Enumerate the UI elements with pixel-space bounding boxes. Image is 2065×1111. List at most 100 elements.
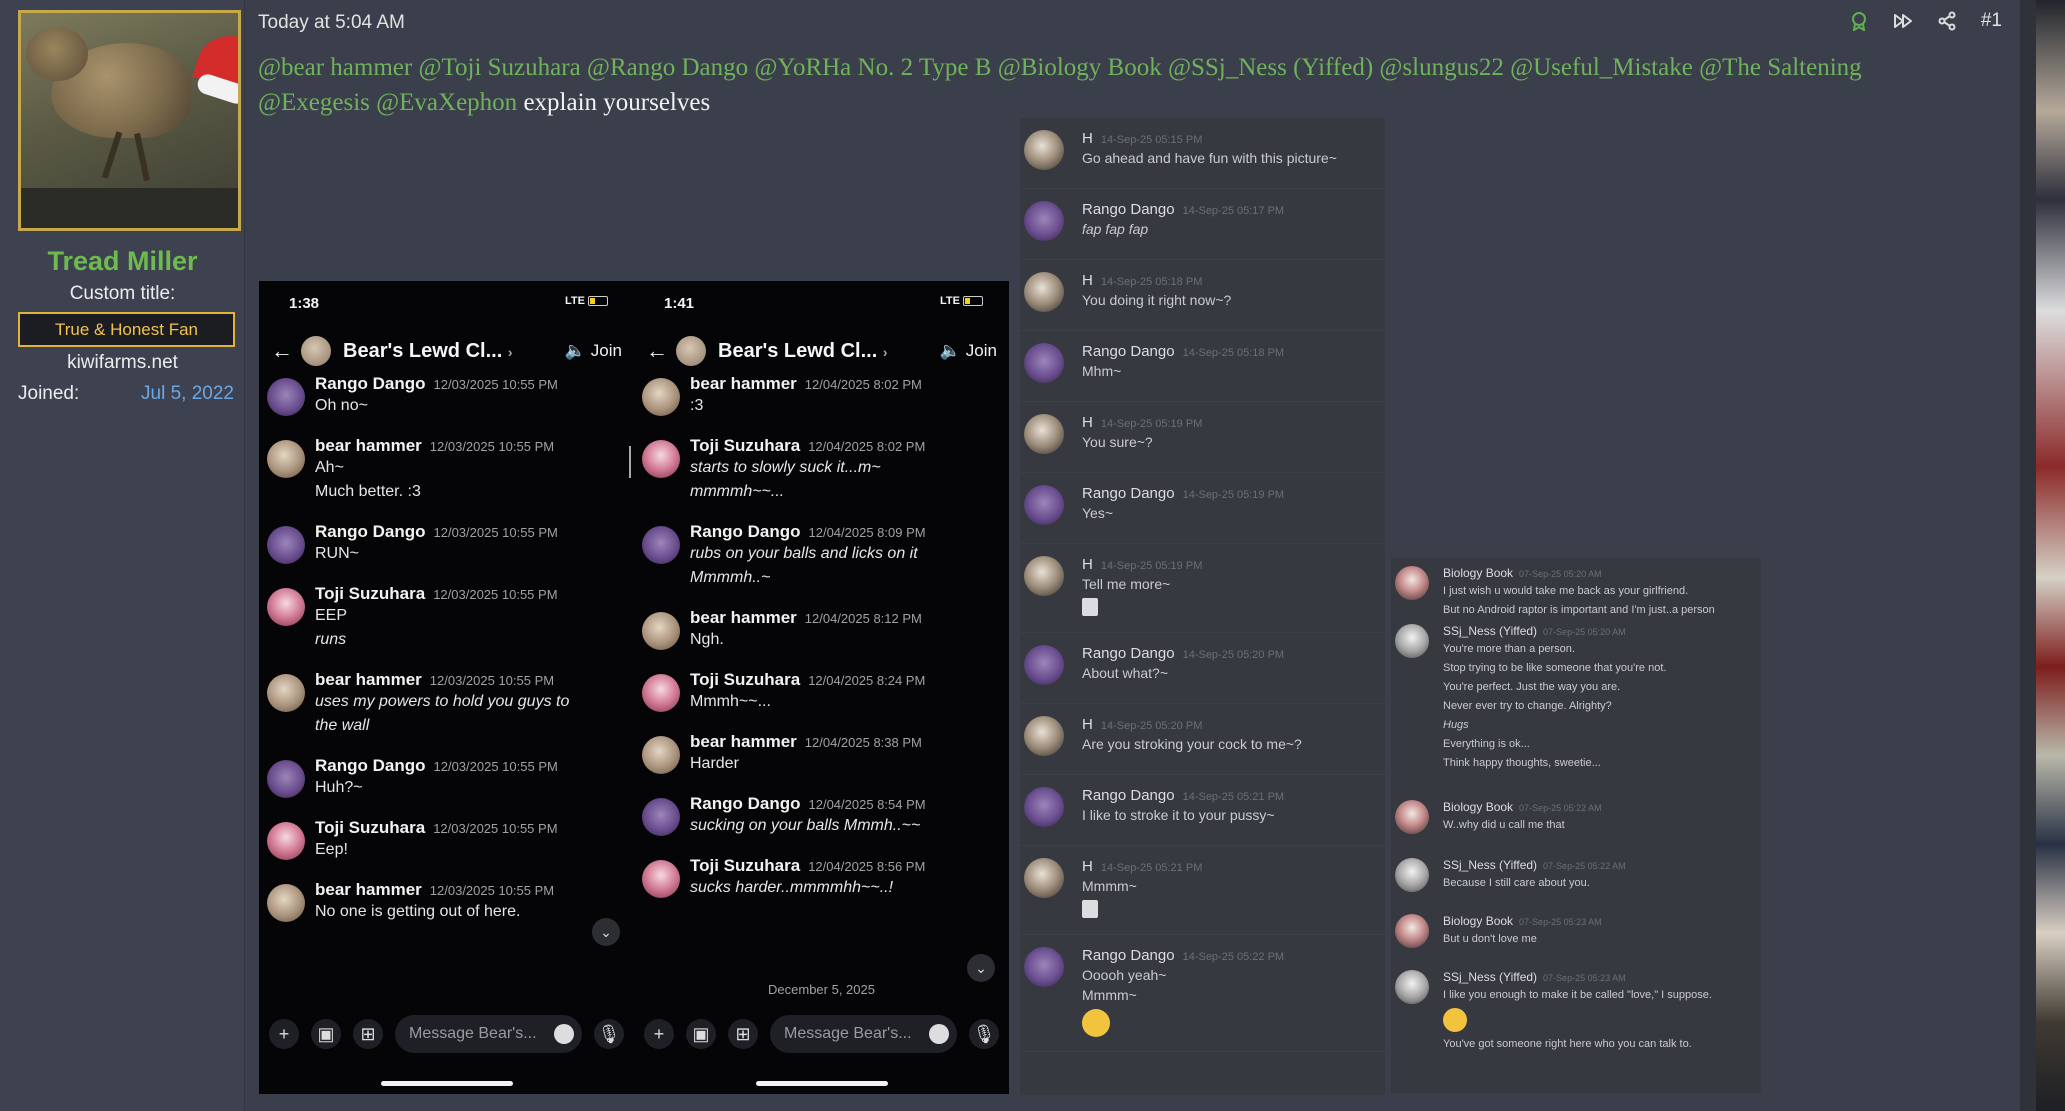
user-avatar[interactable] <box>1024 716 1064 756</box>
user-mention-link[interactable]: @Exegesis <box>258 89 370 116</box>
gift-icon[interactable]: ⊞ <box>728 1019 758 1049</box>
user-avatar[interactable] <box>1395 970 1429 1004</box>
user-mention-link[interactable]: @Rango Dango <box>587 54 748 81</box>
message-author[interactable]: H <box>1082 556 1093 573</box>
message-input[interactable]: Message Bear's... <box>395 1015 582 1053</box>
message-author[interactable]: Biology Book <box>1443 566 1513 580</box>
message-author[interactable]: H <box>1082 716 1093 733</box>
user-avatar[interactable] <box>267 760 305 798</box>
message-author[interactable]: SSj_Ness (Yiffed) <box>1443 970 1537 984</box>
user-avatar[interactable] <box>642 612 680 650</box>
file-attachment-icon[interactable] <box>1082 598 1098 616</box>
fast-forward-icon[interactable] <box>1893 11 1913 31</box>
user-avatar[interactable] <box>267 822 305 860</box>
message-author[interactable]: Rango Dango <box>690 794 801 813</box>
message-author[interactable]: Rango Dango <box>1082 645 1175 662</box>
message-author[interactable]: H <box>1082 272 1093 289</box>
user-avatar[interactable] <box>267 674 305 712</box>
user-mention-link[interactable]: @EvaXephon <box>376 89 517 116</box>
message-author[interactable]: H <box>1082 858 1093 875</box>
message-author[interactable]: Rango Dango <box>690 522 801 541</box>
scrollbar[interactable] <box>2020 0 2036 1111</box>
message-author[interactable]: bear hammer <box>315 436 422 455</box>
emoji-icon[interactable] <box>554 1024 574 1044</box>
user-avatar[interactable] <box>1024 556 1064 596</box>
message-author[interactable]: bear hammer <box>315 670 422 689</box>
user-mention-link[interactable]: @Toji Suzuhara <box>418 54 580 81</box>
user-avatar[interactable] <box>1395 624 1429 658</box>
back-arrow-icon[interactable]: ← <box>646 338 676 364</box>
user-avatar[interactable] <box>642 736 680 774</box>
message-author[interactable]: Toji Suzuhara <box>690 670 800 689</box>
user-avatar[interactable] <box>267 526 305 564</box>
plus-icon[interactable]: + <box>644 1019 674 1049</box>
message-author[interactable]: Toji Suzuhara <box>315 584 425 603</box>
username[interactable]: Tread Miller <box>0 246 245 277</box>
user-avatar[interactable] <box>267 588 305 626</box>
message-author[interactable]: H <box>1082 130 1093 147</box>
user-avatar[interactable] <box>267 440 305 478</box>
user-avatar[interactable] <box>18 10 241 231</box>
user-mention-link[interactable]: @slungus22 <box>1379 54 1503 81</box>
share-icon[interactable] <box>1937 11 1957 31</box>
image-icon[interactable]: ▣ <box>686 1019 716 1049</box>
user-avatar[interactable] <box>267 378 305 416</box>
message-author[interactable]: Biology Book <box>1443 800 1513 814</box>
scroll-down-button[interactable]: ⌄ <box>592 918 620 946</box>
message-author[interactable]: Toji Suzuhara <box>690 856 800 875</box>
user-avatar[interactable] <box>1024 130 1064 170</box>
user-mention-link[interactable]: @YoRHa No. 2 Type B <box>754 54 991 81</box>
message-author[interactable]: Rango Dango <box>1082 947 1175 964</box>
channel-name[interactable]: Bear's Lewd Cl... › <box>718 340 940 363</box>
gift-icon[interactable]: ⊞ <box>353 1019 383 1049</box>
message-author[interactable]: H <box>1082 414 1093 431</box>
message-author[interactable]: SSj_Ness (Yiffed) <box>1443 858 1537 872</box>
emoji-icon[interactable] <box>929 1024 949 1044</box>
user-avatar[interactable] <box>642 860 680 898</box>
message-author[interactable]: bear hammer <box>690 732 797 751</box>
user-avatar[interactable] <box>1024 485 1064 525</box>
user-avatar[interactable] <box>1395 858 1429 892</box>
user-mention-link[interactable]: @bear hammer <box>258 54 412 81</box>
message-author[interactable]: Rango Dango <box>315 522 426 541</box>
plus-icon[interactable]: + <box>269 1019 299 1049</box>
user-mention-link[interactable]: @Biology Book <box>998 54 1162 81</box>
image-icon[interactable]: ▣ <box>311 1019 341 1049</box>
user-avatar[interactable] <box>1395 914 1429 948</box>
user-mention-link[interactable]: @The Saltening <box>1699 54 1862 81</box>
microphone-icon[interactable]: 🎙 <box>594 1019 624 1049</box>
user-avatar[interactable] <box>1395 566 1429 600</box>
user-avatar[interactable] <box>1024 201 1064 241</box>
message-author[interactable]: bear hammer <box>315 880 422 899</box>
message-author[interactable]: Rango Dango <box>315 756 426 775</box>
user-avatar[interactable] <box>267 884 305 922</box>
user-avatar[interactable] <box>1024 947 1064 987</box>
message-author[interactable]: Rango Dango <box>1082 343 1175 360</box>
message-author[interactable]: SSj_Ness (Yiffed) <box>1443 624 1537 638</box>
user-avatar[interactable] <box>642 526 680 564</box>
back-arrow-icon[interactable]: ← <box>271 338 301 364</box>
message-input[interactable]: Message Bear's... <box>770 1015 957 1053</box>
microphone-icon[interactable]: 🎙 <box>969 1019 999 1049</box>
user-mention-link[interactable]: @SSj_Ness (Yiffed) <box>1168 54 1373 81</box>
file-attachment-icon[interactable] <box>1082 900 1098 918</box>
message-author[interactable]: Rango Dango <box>1082 787 1175 804</box>
join-voice-button[interactable]: 🔈 Join <box>565 341 622 361</box>
message-author[interactable]: bear hammer <box>690 608 797 627</box>
user-avatar[interactable] <box>642 674 680 712</box>
join-voice-button[interactable]: 🔈 Join <box>940 341 997 361</box>
message-author[interactable]: Rango Dango <box>315 374 426 393</box>
user-mention-link[interactable]: @Useful_Mistake <box>1510 54 1693 81</box>
user-avatar[interactable] <box>1024 343 1064 383</box>
post-timestamp[interactable]: Today at 5:04 AM <box>258 12 405 34</box>
user-avatar[interactable] <box>642 378 680 416</box>
channel-name[interactable]: Bear's Lewd Cl... › <box>343 340 565 363</box>
user-avatar[interactable] <box>1395 800 1429 834</box>
scroll-down-button[interactable]: ⌄ <box>967 954 995 982</box>
message-author[interactable]: Biology Book <box>1443 914 1513 928</box>
message-author[interactable]: Toji Suzuhara <box>315 818 425 837</box>
user-avatar[interactable] <box>642 440 680 478</box>
user-avatar[interactable] <box>642 798 680 836</box>
user-avatar[interactable] <box>1024 858 1064 898</box>
post-number[interactable]: #1 <box>1981 10 2002 32</box>
